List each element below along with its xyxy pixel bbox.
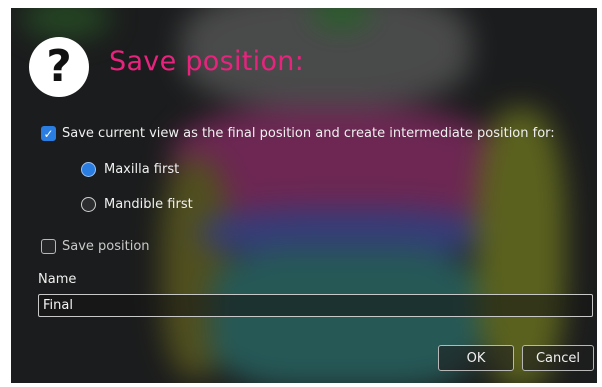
maxilla-first-radio[interactable] (81, 162, 96, 177)
question-circle-icon: ? (29, 37, 89, 97)
cancel-button[interactable]: Cancel (522, 345, 594, 371)
maxilla-first-label: Maxilla first (104, 162, 180, 177)
dialog-title: Save position: (109, 46, 305, 77)
mandible-first-label: Mandible first (104, 197, 193, 212)
save-position-checkbox[interactable] (41, 239, 56, 254)
create-intermediate-checkbox[interactable]: ✓ (41, 126, 56, 141)
name-input[interactable] (38, 294, 593, 317)
ok-button[interactable]: OK (438, 345, 514, 371)
create-intermediate-label: Save current view as the final position … (62, 126, 555, 141)
help-icon-glyph: ? (46, 41, 72, 92)
save-position-dialog: ? Save position: ✓ Save current view as … (11, 8, 597, 383)
mandible-first-radio[interactable] (81, 197, 96, 212)
save-position-label: Save position (62, 239, 150, 254)
name-field-label: Name (38, 272, 77, 287)
radio-mandible-first[interactable]: Mandible first (81, 197, 193, 212)
create-intermediate-option[interactable]: ✓ Save current view as the final positio… (41, 126, 555, 141)
radio-maxilla-first[interactable]: Maxilla first (81, 162, 179, 177)
checkmark-icon: ✓ (43, 126, 54, 141)
save-position-option[interactable]: Save position (41, 239, 150, 254)
